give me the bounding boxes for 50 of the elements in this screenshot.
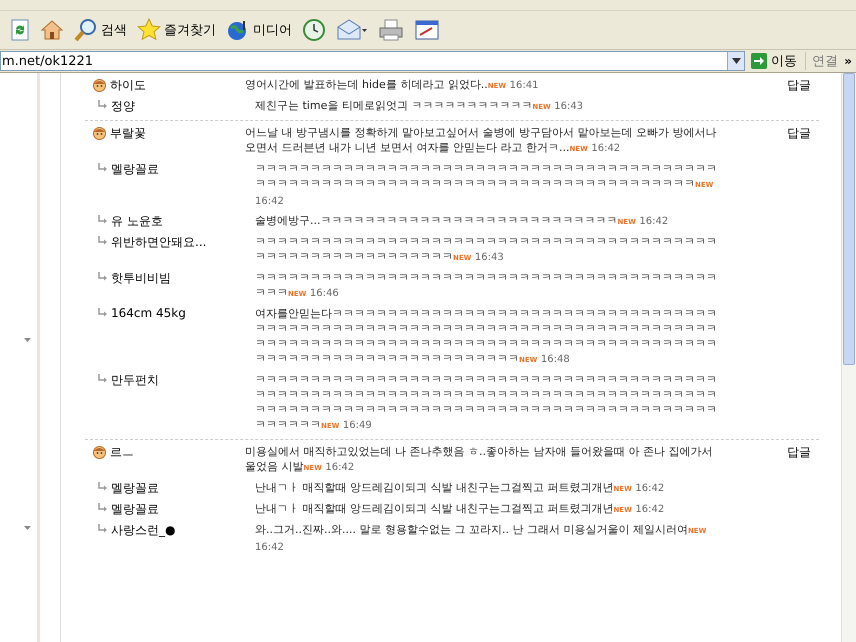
author-name: 사랑스런_● [111, 522, 176, 539]
star-icon [137, 18, 161, 42]
printer-icon [378, 18, 404, 42]
favorites-button[interactable]: 즐겨찾기 [133, 16, 220, 44]
author-name: 정양 [111, 98, 135, 115]
person-icon [93, 127, 106, 140]
notepad-icon [414, 18, 440, 42]
search-button[interactable]: 검색 [70, 16, 131, 44]
reply-link[interactable]: 답글 [725, 125, 819, 157]
reply-arrow-icon [97, 482, 107, 491]
reply-arrow-icon [97, 236, 107, 245]
person-icon [93, 79, 106, 92]
house-icon [40, 18, 64, 42]
more-button[interactable]: » [844, 54, 856, 68]
caret-icon [24, 338, 31, 342]
caret-icon [732, 58, 741, 64]
reply-arrow-icon [97, 272, 107, 281]
reply-arrow-icon [97, 503, 107, 512]
clock-icon [302, 18, 326, 42]
refresh-icon [10, 19, 30, 41]
reply-arrow-icon [97, 308, 107, 317]
reply-link[interactable]: 답글 [725, 77, 819, 94]
scrollbar[interactable] [841, 73, 856, 642]
author-name: 멜랑꼴료 [111, 480, 159, 497]
author-name: 멜랑꼴료 [111, 501, 159, 518]
author-name: 164cm 45kg [111, 306, 186, 320]
author-name: 멜랑꼴료 [111, 161, 159, 178]
person-icon [93, 446, 106, 459]
author-name: 하이도 [110, 77, 146, 94]
author-name: 핫투비비빔 [111, 270, 171, 287]
reply-link[interactable]: 답글 [725, 444, 819, 476]
caret-icon [24, 526, 31, 530]
reply-arrow-icon [97, 100, 107, 109]
dropdown-button[interactable] [727, 52, 744, 70]
reply-arrow-icon [97, 163, 107, 172]
search-icon [74, 18, 98, 42]
author-name: 유 노윤호 [111, 213, 163, 230]
go-button[interactable]: 이동 [745, 52, 806, 70]
reply-arrow-icon [97, 374, 107, 383]
reply-arrow-icon [97, 524, 107, 533]
envelope-icon [336, 18, 368, 42]
media-button[interactable]: 미디어 [222, 16, 296, 44]
author-name: 위반하면안돼요... [111, 234, 206, 251]
author-name: 부랄꽃 [110, 125, 146, 142]
links-label[interactable]: 연결 [805, 52, 844, 70]
reply-arrow-icon [97, 215, 107, 224]
address-field[interactable]: m.net/ok1221 [0, 51, 746, 71]
author-name: 르ㅡ [110, 444, 134, 461]
scrollbar-thumb[interactable] [843, 73, 855, 365]
author-name: 만두펀치 [111, 372, 159, 389]
